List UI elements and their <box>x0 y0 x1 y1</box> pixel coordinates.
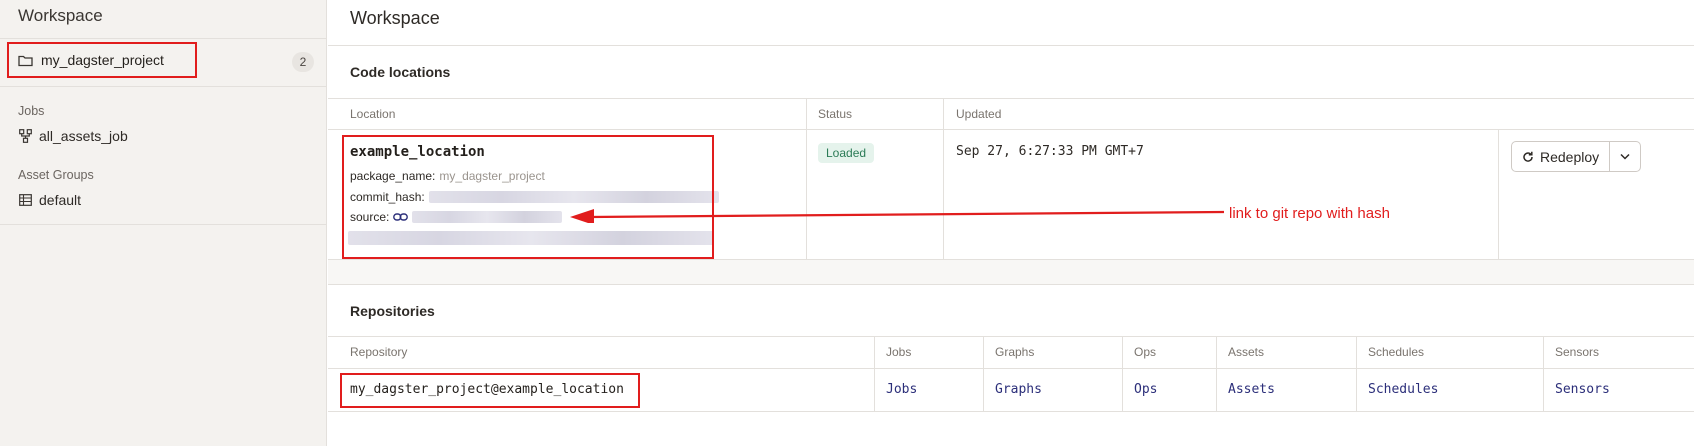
repo-graphs-link[interactable]: Graphs <box>995 382 1042 397</box>
repo-ops-link[interactable]: Ops <box>1134 382 1157 397</box>
highlight-box <box>340 373 640 408</box>
redeploy-options-button[interactable] <box>1610 141 1641 172</box>
column-divider <box>943 98 944 259</box>
section-gap <box>328 260 1694 284</box>
updated-timestamp: Sep 27, 6:27:33 PM GMT+7 <box>956 144 1144 159</box>
chevron-down-icon <box>1620 153 1630 160</box>
redeploy-button[interactable]: Redeploy <box>1511 141 1610 172</box>
divider <box>328 411 1694 412</box>
column-header-sensors: Sensors <box>1555 345 1600 359</box>
column-divider <box>1498 129 1499 259</box>
repo-jobs-link[interactable]: Jobs <box>886 382 917 397</box>
repo-assets-link[interactable]: Assets <box>1228 382 1275 397</box>
sidebar-title: Workspace <box>18 6 103 25</box>
column-divider <box>1356 336 1357 411</box>
jobs-section-label: Jobs <box>18 104 45 118</box>
column-divider <box>1122 336 1123 411</box>
repo-schedules-link[interactable]: Schedules <box>1368 382 1438 397</box>
divider <box>328 98 1694 99</box>
column-header-location: Location <box>350 107 396 121</box>
divider <box>328 284 1694 285</box>
column-header-schedules: Schedules <box>1368 345 1425 359</box>
column-header-assets: Assets <box>1228 345 1265 359</box>
repositories-title: Repositories <box>350 303 435 319</box>
divider <box>0 38 326 39</box>
code-locations-title: Code locations <box>350 64 451 80</box>
repo-sensors-link[interactable]: Sensors <box>1555 382 1610 397</box>
location-count-badge: 2 <box>292 52 314 72</box>
column-divider <box>874 336 875 411</box>
main-content: Workspace Code locations Location Status… <box>328 0 1694 446</box>
divider <box>328 336 1694 337</box>
column-header-graphs: Graphs <box>995 345 1035 359</box>
highlight-box <box>342 135 714 259</box>
asset-groups-section-label: Asset Groups <box>18 168 94 182</box>
divider <box>328 129 1694 130</box>
sidebar-item-job[interactable]: all_assets_job <box>19 128 128 144</box>
divider <box>0 224 326 225</box>
divider <box>0 86 326 87</box>
sidebar-item-label: default <box>39 192 82 208</box>
column-header-ops: Ops <box>1134 345 1157 359</box>
annotation-arrow <box>570 209 1225 223</box>
job-graph-icon <box>19 129 32 143</box>
sidebar-item-asset-group[interactable]: default <box>19 192 81 208</box>
highlight-box <box>7 42 197 78</box>
column-divider <box>1216 336 1217 411</box>
sidebar-item-label: all_assets_job <box>39 128 128 144</box>
column-header-repository: Repository <box>350 345 408 359</box>
asset-group-icon <box>19 194 32 206</box>
divider <box>328 368 1694 369</box>
column-header-status: Status <box>818 107 853 121</box>
sidebar: Workspace my_dagster_project 2 Jobs all_… <box>0 0 327 446</box>
page-title: Workspace <box>350 8 440 28</box>
status-badge: Loaded <box>818 143 875 163</box>
column-header-jobs: Jobs <box>886 345 912 359</box>
column-divider <box>983 336 984 411</box>
column-divider <box>1543 336 1544 411</box>
divider <box>328 45 1694 46</box>
column-divider <box>806 98 807 259</box>
refresh-icon <box>1523 151 1533 162</box>
annotation-text: link to git repo with hash <box>1229 205 1390 222</box>
column-header-updated: Updated <box>956 107 1002 121</box>
redeploy-label: Redeploy <box>1540 148 1600 165</box>
